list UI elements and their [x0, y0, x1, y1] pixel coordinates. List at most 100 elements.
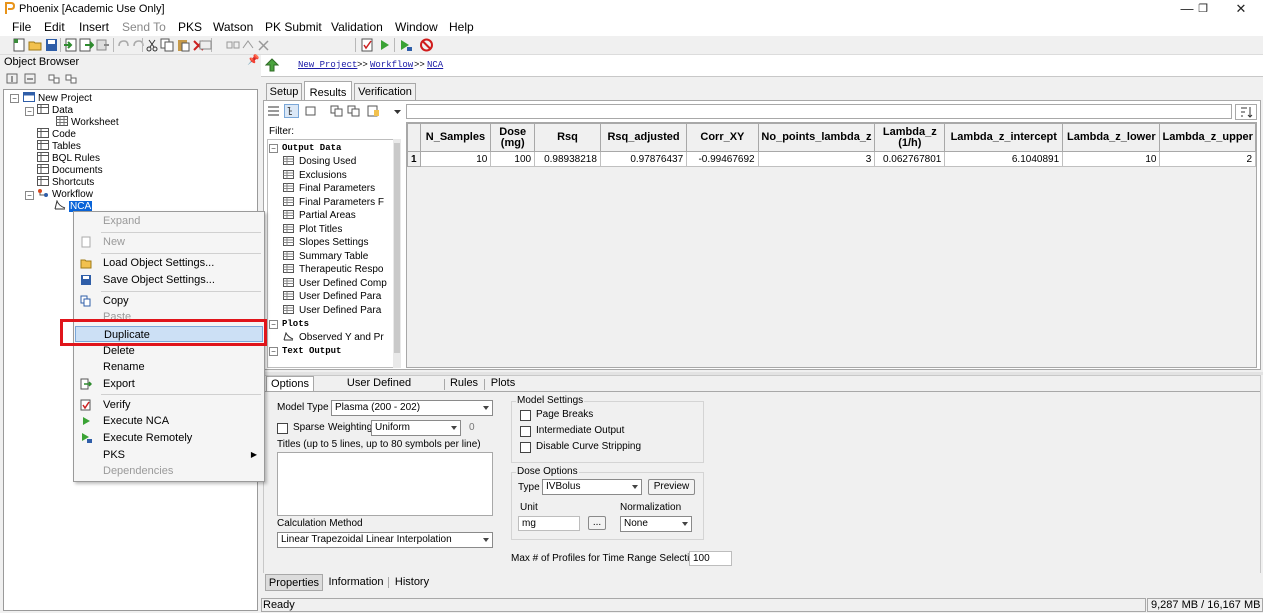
execute-remote-icon[interactable] [398, 38, 413, 52]
tab-rules[interactable]: Rules [447, 376, 481, 391]
output-item[interactable]: User Defined Para [283, 291, 381, 304]
tab-properties[interactable]: Properties [265, 574, 323, 591]
column-header[interactable]: Lambda_z (1/h) [874, 123, 946, 152]
list-view-icon[interactable] [266, 104, 281, 118]
table-cell[interactable]: 100 [490, 151, 536, 167]
table-cell[interactable]: 10 [1062, 151, 1161, 167]
output-item[interactable]: Slopes Settings [283, 237, 369, 250]
close-button[interactable]: ✕ [1226, 0, 1256, 18]
menu-item-expand[interactable]: Expand [75, 213, 263, 229]
menu-validation[interactable]: Validation [331, 20, 383, 34]
table-cell[interactable]: 0.97876437 [599, 151, 688, 167]
menu-insert[interactable]: Insert [79, 20, 109, 34]
menu-pk-submit[interactable]: PK Submit [265, 20, 322, 34]
menu-item-pks[interactable]: PKS ▶ [75, 447, 263, 463]
collapse-toggle-icon[interactable]: − [269, 144, 278, 153]
cut-icon[interactable] [145, 38, 160, 52]
tab-results[interactable]: Results [304, 81, 352, 101]
collapse-icon[interactable] [304, 104, 319, 118]
tree-view-icon[interactable] [284, 104, 299, 118]
normalization-select[interactable]: None [620, 516, 692, 532]
remove-icon[interactable] [256, 38, 271, 52]
output-item[interactable]: User Defined Comp [283, 278, 387, 291]
column-header[interactable]: Rsq [534, 123, 601, 152]
menu-item-verify[interactable]: Verify [75, 397, 263, 413]
preview-button[interactable]: Preview [648, 479, 695, 495]
menu-send-to[interactable]: Send To [122, 20, 166, 34]
menu-item-execute-nca[interactable]: Execute NCA [75, 413, 263, 429]
collapse-toggle-icon[interactable]: − [25, 107, 34, 116]
column-header[interactable]: Corr_XY [686, 123, 759, 152]
weighting-select[interactable]: Uniform [371, 420, 461, 436]
verify-icon[interactable] [360, 38, 375, 52]
unit-browse-button[interactable]: ... [588, 516, 606, 530]
unit-input[interactable]: mg [518, 516, 580, 531]
tab-setup[interactable]: Setup [266, 83, 302, 100]
table-cell[interactable]: 0.98938218 [534, 151, 601, 167]
row-number[interactable]: 1 [407, 151, 421, 167]
grid-settings-button[interactable] [1235, 104, 1257, 120]
output-item[interactable]: Summary Table [283, 251, 368, 264]
stop-icon[interactable] [419, 38, 434, 52]
output-item[interactable]: Observed Y and Pr [283, 332, 384, 345]
execute-icon[interactable] [377, 38, 392, 52]
undo-icon[interactable] [116, 38, 131, 52]
intermediate-output-checkbox[interactable] [520, 426, 531, 437]
grid-search-input[interactable] [406, 104, 1232, 119]
column-header[interactable]: N_Samples [419, 123, 492, 152]
titles-textarea[interactable] [277, 452, 493, 516]
output-item[interactable]: Partial Areas [283, 210, 356, 223]
dropdown-arrow-icon[interactable] [390, 105, 405, 119]
view-alt-icon[interactable] [64, 72, 79, 86]
grid-icon[interactable] [198, 38, 213, 52]
menu-edit[interactable]: Edit [44, 20, 65, 34]
paste-icon[interactable] [176, 38, 191, 52]
unlink-icon[interactable] [241, 38, 256, 52]
sparse-checkbox[interactable] [277, 423, 288, 434]
menu-item-execute-remotely[interactable]: Execute Remotely [75, 430, 263, 446]
model-type-select[interactable]: Plasma (200 - 202) [331, 400, 493, 416]
table-cell[interactable]: 3 [757, 151, 876, 167]
breadcrumb-nca[interactable]: NCA [427, 60, 443, 70]
scrollbar-thumb[interactable] [394, 143, 400, 353]
redo-icon[interactable] [131, 38, 146, 52]
tab-options[interactable]: Options [266, 376, 314, 391]
column-header[interactable]: Lambda_z_upper [1159, 123, 1256, 152]
output-item[interactable]: Final Parameters F [283, 197, 384, 210]
view-icon[interactable] [47, 72, 62, 86]
column-header[interactable]: No_points_lambda_z [757, 123, 876, 152]
menu-item-dependencies[interactable]: Dependencies [75, 463, 263, 479]
options-icon[interactable] [366, 104, 381, 118]
expand-all-icon[interactable] [5, 72, 20, 86]
menu-watson[interactable]: Watson [213, 20, 253, 34]
menu-help[interactable]: Help [449, 20, 474, 34]
disable-curve-stripping-checkbox[interactable] [520, 442, 531, 453]
output-item[interactable]: Plot Titles [283, 224, 342, 237]
menu-item-load-object-settings[interactable]: Load Object Settings... [75, 255, 263, 271]
collapse-toggle-icon[interactable]: − [10, 94, 19, 103]
table-cell[interactable]: 6.1040891 [944, 151, 1064, 167]
menu-item-new[interactable]: New [75, 234, 263, 250]
collapse-toggle-icon[interactable]: − [269, 320, 278, 329]
export-icon[interactable] [79, 38, 94, 52]
new-project-icon[interactable] [12, 38, 27, 52]
output-item[interactable]: User Defined Para [283, 305, 381, 318]
output-item[interactable]: Exclusions [283, 170, 347, 183]
collapse-toggle-icon[interactable]: − [269, 347, 278, 356]
menu-pks[interactable]: PKS [178, 20, 202, 34]
collapse-toggle-icon[interactable]: − [25, 191, 34, 200]
max-profiles-input[interactable]: 100 [689, 551, 732, 566]
pin-icon[interactable]: 📌 [247, 55, 259, 66]
output-group-text[interactable]: − Text Output [269, 345, 341, 358]
send-icon[interactable] [95, 38, 110, 52]
tab-history[interactable]: History [391, 574, 433, 591]
save-icon[interactable] [44, 38, 59, 52]
restore-button[interactable]: ❐ [1188, 0, 1218, 18]
open-folder-icon[interactable] [28, 38, 43, 52]
import-icon[interactable] [63, 38, 78, 52]
tab-information[interactable]: Information [327, 574, 385, 591]
table-cell[interactable]: 2 [1159, 151, 1256, 167]
breadcrumb-workflow[interactable]: Workflow [370, 60, 413, 70]
column-header[interactable]: Rsq_adjusted [599, 123, 688, 152]
collapse-all-icon[interactable] [23, 72, 38, 86]
